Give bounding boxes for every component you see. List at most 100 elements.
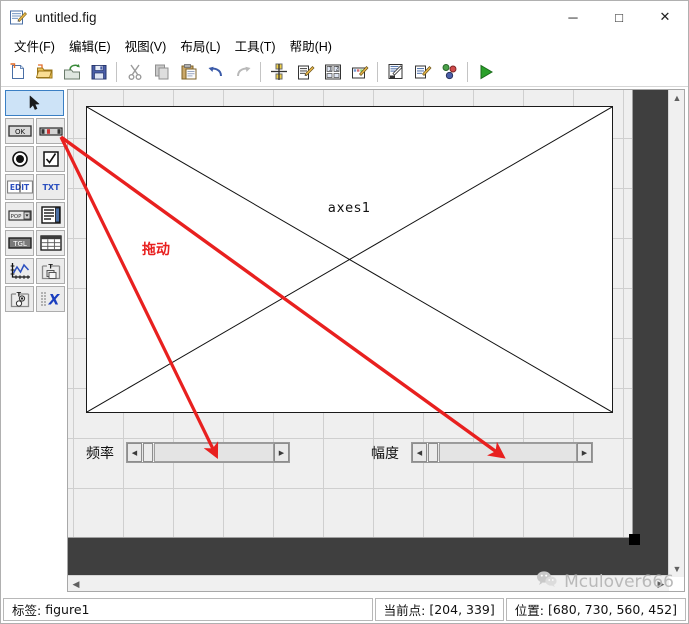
copy-icon[interactable] xyxy=(149,59,174,84)
palette-table[interactable] xyxy=(36,230,65,256)
menu-edit[interactable]: 编辑(E) xyxy=(62,34,118,57)
slider-amplitude-right-arrow-icon[interactable]: ▶ xyxy=(577,443,592,462)
status-position-key: 位置: xyxy=(514,603,544,618)
close-button[interactable]: ✕ xyxy=(642,1,688,33)
status-tag-value: figure1 xyxy=(45,602,90,617)
component-palette: OK EDIT TXT POP TGL T T X xyxy=(4,89,66,319)
slider-frequency-group: 频率 ◀ ▶ xyxy=(86,442,290,463)
palette-push-button[interactable]: OK xyxy=(5,118,34,144)
svg-text:TXT: TXT xyxy=(42,183,60,192)
svg-text:X: X xyxy=(47,293,60,308)
axes-diagonals xyxy=(87,107,612,412)
palette-row-4: POP xyxy=(4,201,66,229)
svg-text:2: 2 xyxy=(335,66,338,72)
scroll-down-icon[interactable]: ▼ xyxy=(669,561,684,577)
palette-slider[interactable] xyxy=(36,118,65,144)
axes-object[interactable]: axes1 xyxy=(86,106,613,413)
palette-pop-up-menu[interactable]: POP xyxy=(5,202,34,228)
figure-panel-grid[interactable]: axes1 频率 ◀ ▶ 幅度 ◀ ▶ xyxy=(68,90,633,538)
menu-editor-icon[interactable] xyxy=(293,59,318,84)
status-current-point: 当前点: [204, 339] xyxy=(374,598,504,621)
menu-layout[interactable]: 布局(L) xyxy=(173,34,227,57)
tool-bar: 1 2 xyxy=(1,57,688,87)
window-controls: ─ □ ✕ xyxy=(550,1,688,33)
window-title: untitled.fig xyxy=(35,9,97,25)
toolbar-separator-4 xyxy=(467,61,468,82)
slider-frequency[interactable]: ◀ ▶ xyxy=(126,442,290,463)
svg-text:T: T xyxy=(48,262,53,270)
open-folder-icon[interactable] xyxy=(32,59,57,84)
palette-row-0 xyxy=(4,89,66,117)
menu-help[interactable]: 帮助(H) xyxy=(283,34,339,57)
paste-icon[interactable] xyxy=(176,59,201,84)
svg-text:POP: POP xyxy=(10,214,21,220)
palette-check-box[interactable] xyxy=(36,146,65,172)
vertical-scrollbar[interactable]: ▲ ▼ xyxy=(668,90,684,577)
drag-annotation-text: 拖动 xyxy=(142,242,170,258)
slider-frequency-left-arrow-icon[interactable]: ◀ xyxy=(127,443,142,462)
palette-row-3: EDIT TXT xyxy=(4,173,66,201)
palette-static-text[interactable]: TXT xyxy=(36,174,65,200)
palette-radio-button[interactable] xyxy=(5,146,34,172)
slider-amplitude-thumb[interactable] xyxy=(428,443,438,462)
figure-canvas[interactable]: axes1 频率 ◀ ▶ 幅度 ◀ ▶ xyxy=(68,90,669,577)
cut-scissors-icon[interactable] xyxy=(122,59,147,84)
palette-panel[interactable]: T xyxy=(36,258,65,284)
tab-order-editor-icon[interactable]: 1 2 xyxy=(320,59,345,84)
title-bar: untitled.fig ─ □ ✕ xyxy=(1,1,688,33)
palette-row-6: T xyxy=(4,257,66,285)
palette-row-1: OK xyxy=(4,117,66,145)
minimize-button[interactable]: ─ xyxy=(550,1,596,33)
undo-icon[interactable] xyxy=(203,59,228,84)
status-current-point-value: [204, 339] xyxy=(429,602,495,617)
svg-text:OK: OK xyxy=(14,128,25,136)
new-file-icon[interactable] xyxy=(5,59,30,84)
menu-view[interactable]: 视图(V) xyxy=(118,34,174,57)
slider-frequency-thumb[interactable] xyxy=(143,443,153,462)
toolbar-editor-icon[interactable] xyxy=(347,59,372,84)
scroll-right-icon[interactable]: ▶ xyxy=(653,576,669,591)
palette-select-arrow[interactable] xyxy=(5,90,64,116)
property-inspector-icon[interactable] xyxy=(410,59,435,84)
svg-text:TGL: TGL xyxy=(12,240,27,248)
slider-amplitude-trough[interactable] xyxy=(439,443,577,462)
status-position-value: [680, 730, 560, 452] xyxy=(547,602,677,617)
fig-file-icon xyxy=(9,8,27,26)
palette-button-group[interactable]: T xyxy=(5,286,34,312)
slider-amplitude-group: 幅度 ◀ ▶ xyxy=(371,442,593,463)
scroll-up-icon[interactable]: ▲ xyxy=(669,90,684,106)
run-icon[interactable] xyxy=(473,59,498,84)
slider-frequency-trough[interactable] xyxy=(154,443,274,462)
figure-resize-handle[interactable] xyxy=(629,534,640,545)
palette-axes[interactable] xyxy=(5,258,34,284)
toolbar-separator-1 xyxy=(116,61,117,82)
object-browser-icon[interactable] xyxy=(437,59,462,84)
palette-activex-control[interactable]: X xyxy=(36,286,65,312)
palette-row-7: T X xyxy=(4,285,66,313)
slider-amplitude[interactable]: ◀ ▶ xyxy=(411,442,593,463)
status-current-point-key: 当前点: xyxy=(383,603,426,618)
menu-tools[interactable]: 工具(T) xyxy=(228,34,283,57)
slider-frequency-label: 频率 xyxy=(86,445,114,462)
toolbar-separator-2 xyxy=(260,61,261,82)
menu-file[interactable]: 文件(F) xyxy=(7,34,62,57)
status-tag-key: 标签: xyxy=(12,603,42,618)
slider-amplitude-left-arrow-icon[interactable]: ◀ xyxy=(412,443,427,462)
align-objects-icon[interactable] xyxy=(266,59,291,84)
guide-layout-editor-window: untitled.fig ─ □ ✕ 文件(F) 编辑(E) 视图(V) 布局(… xyxy=(0,0,689,624)
slider-frequency-right-arrow-icon[interactable]: ▶ xyxy=(274,443,289,462)
maximize-button[interactable]: □ xyxy=(596,1,642,33)
m-file-editor-icon[interactable] xyxy=(383,59,408,84)
menu-bar: 文件(F) 编辑(E) 视图(V) 布局(L) 工具(T) 帮助(H) xyxy=(1,33,688,57)
redo-icon[interactable] xyxy=(230,59,255,84)
horizontal-scrollbar[interactable]: ◀ ▶ xyxy=(68,575,669,591)
scroll-left-icon[interactable]: ◀ xyxy=(68,576,84,591)
palette-list-box[interactable] xyxy=(36,202,65,228)
palette-toggle-button[interactable]: TGL xyxy=(5,230,34,256)
slider-amplitude-label: 幅度 xyxy=(371,445,399,462)
axes-label: axes1 xyxy=(327,201,372,216)
svg-text:1: 1 xyxy=(328,66,331,72)
export-icon[interactable] xyxy=(59,59,84,84)
palette-edit-text[interactable]: EDIT xyxy=(5,174,34,200)
save-icon[interactable] xyxy=(86,59,111,84)
